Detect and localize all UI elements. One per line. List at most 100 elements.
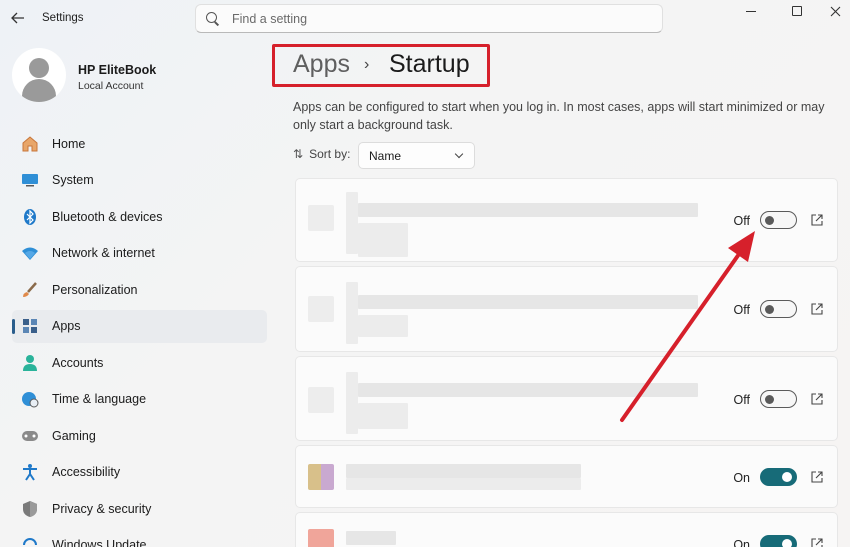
redacted-app-name <box>346 531 396 545</box>
maximize-icon <box>792 6 802 16</box>
app-icon <box>308 296 334 322</box>
sidebar-item-label: Bluetooth & devices <box>52 209 163 224</box>
sidebar-item-privacy-security[interactable]: Privacy & security <box>12 492 267 525</box>
close-icon <box>830 6 840 16</box>
sidebar-nav: Home System Bluetooth & devices Network … <box>12 127 267 547</box>
sidebar-item-personalization[interactable]: Personalization <box>12 273 267 306</box>
sidebar-item-label: Home <box>52 136 86 151</box>
sidebar-item-label: Gaming <box>52 428 96 443</box>
maximize-button[interactable] <box>777 0 817 22</box>
sidebar-item-label: Personalization <box>52 282 138 297</box>
redacted-app-name <box>346 372 358 434</box>
toggle-state-label: Off <box>733 393 750 407</box>
sidebar-item-label: Accessibility <box>52 465 121 479</box>
sort-dropdown-value: Name <box>369 148 402 163</box>
sidebar-item-label: Accounts <box>52 355 104 370</box>
sidebar-item-accounts[interactable]: Accounts <box>12 346 267 379</box>
open-external-icon[interactable] <box>811 471 823 483</box>
settings-window: Settings Find a setting HP EliteBook Loc… <box>0 0 850 547</box>
sidebar-item-label: Time & language <box>52 392 147 406</box>
sort-by-text: Sort by: <box>309 147 351 161</box>
startup-toggle[interactable] <box>760 300 797 318</box>
app-title: Settings <box>42 12 84 24</box>
toggle-state-label: On <box>733 538 750 547</box>
sidebar-item-label: Privacy & security <box>52 501 152 516</box>
sidebar-item-label: Windows Update <box>52 538 147 547</box>
app-icon <box>308 205 334 231</box>
redacted-app-name <box>346 464 581 478</box>
title-bar: Settings Find a setting <box>0 0 850 36</box>
minimize-button[interactable] <box>731 0 771 22</box>
sidebar-item-label: Apps <box>52 319 81 333</box>
sidebar-item-label: Network & internet <box>52 246 155 260</box>
redacted-app-name <box>346 192 358 254</box>
search-input[interactable]: Find a setting <box>232 12 307 26</box>
sidebar-item-network[interactable]: Network & internet <box>12 237 267 270</box>
sort-dropdown[interactable]: Name <box>358 142 475 169</box>
redacted-app-publisher <box>358 315 408 337</box>
toggle-state-label: Off <box>733 214 750 228</box>
app-icon <box>308 529 334 547</box>
toggle-state-label: Off <box>733 303 750 317</box>
toggle-state-label: On <box>733 471 750 485</box>
startup-app-row: On <box>295 512 838 547</box>
sidebar-item-home[interactable]: Home <box>12 127 267 160</box>
profile-name: HP EliteBook <box>78 63 157 77</box>
startup-app-row: On <box>295 445 838 508</box>
sidebar-item-time-language[interactable]: Time & language <box>12 383 267 416</box>
startup-toggle[interactable] <box>760 390 797 408</box>
startup-app-row: Off <box>295 178 838 262</box>
avatar <box>12 48 66 102</box>
profile-account-type: Local Account <box>78 80 144 92</box>
back-arrow-icon <box>11 12 24 24</box>
sidebar-item-label: System <box>52 173 94 187</box>
sidebar-item-system[interactable]: System <box>12 164 267 197</box>
redacted-app-name <box>346 282 358 344</box>
startup-toggle[interactable] <box>760 211 797 229</box>
back-button[interactable] <box>8 8 28 28</box>
redacted-app-name <box>358 203 698 217</box>
startup-app-row: Off <box>295 266 838 352</box>
page-title: Startup <box>389 50 470 78</box>
sidebar-item-apps[interactable]: Apps <box>12 309 267 343</box>
startup-toggle[interactable] <box>760 535 797 547</box>
monitor-icon <box>20 170 40 190</box>
redacted-app-name <box>358 295 698 309</box>
redacted-app-publisher <box>346 478 581 490</box>
gamepad-icon <box>20 426 40 446</box>
sidebar-item-windows-update[interactable]: Windows Update <box>12 529 267 547</box>
breadcrumb-separator-icon: › <box>364 56 370 73</box>
startup-app-row: Off <box>295 356 838 441</box>
minimize-icon <box>746 10 756 12</box>
close-button[interactable] <box>815 0 850 22</box>
sidebar-item-gaming[interactable]: Gaming <box>12 419 267 452</box>
open-external-icon[interactable] <box>811 214 823 226</box>
home-icon <box>20 134 40 154</box>
redacted-app-name <box>358 383 698 397</box>
page-description: Apps can be configured to start when you… <box>293 100 825 132</box>
search-icon <box>206 11 220 26</box>
bluetooth-icon <box>20 207 40 227</box>
open-external-icon[interactable] <box>811 538 823 547</box>
chevron-down-icon <box>454 149 464 159</box>
search-box[interactable]: Find a setting <box>195 4 663 33</box>
app-icon <box>308 387 334 413</box>
sidebar-item-accessibility[interactable]: Accessibility <box>12 456 267 489</box>
wifi-icon <box>20 243 40 263</box>
startup-toggle[interactable] <box>760 468 797 486</box>
open-external-icon[interactable] <box>811 303 823 315</box>
redacted-app-publisher <box>358 403 408 429</box>
sort-by-label: ⇅ Sort by: <box>293 147 350 161</box>
sort-icon: ⇅ <box>293 147 304 161</box>
redacted-app-publisher <box>358 223 408 257</box>
shield-icon <box>20 499 40 519</box>
apps-icon <box>20 316 40 336</box>
accessibility-icon <box>20 462 40 482</box>
open-external-icon[interactable] <box>811 393 823 405</box>
breadcrumb-parent[interactable]: Apps <box>293 50 350 79</box>
update-icon <box>20 535 40 547</box>
app-icon <box>308 464 334 490</box>
person-icon <box>20 353 40 373</box>
sidebar-item-bluetooth[interactable]: Bluetooth & devices <box>12 200 267 233</box>
brush-icon <box>20 280 40 300</box>
